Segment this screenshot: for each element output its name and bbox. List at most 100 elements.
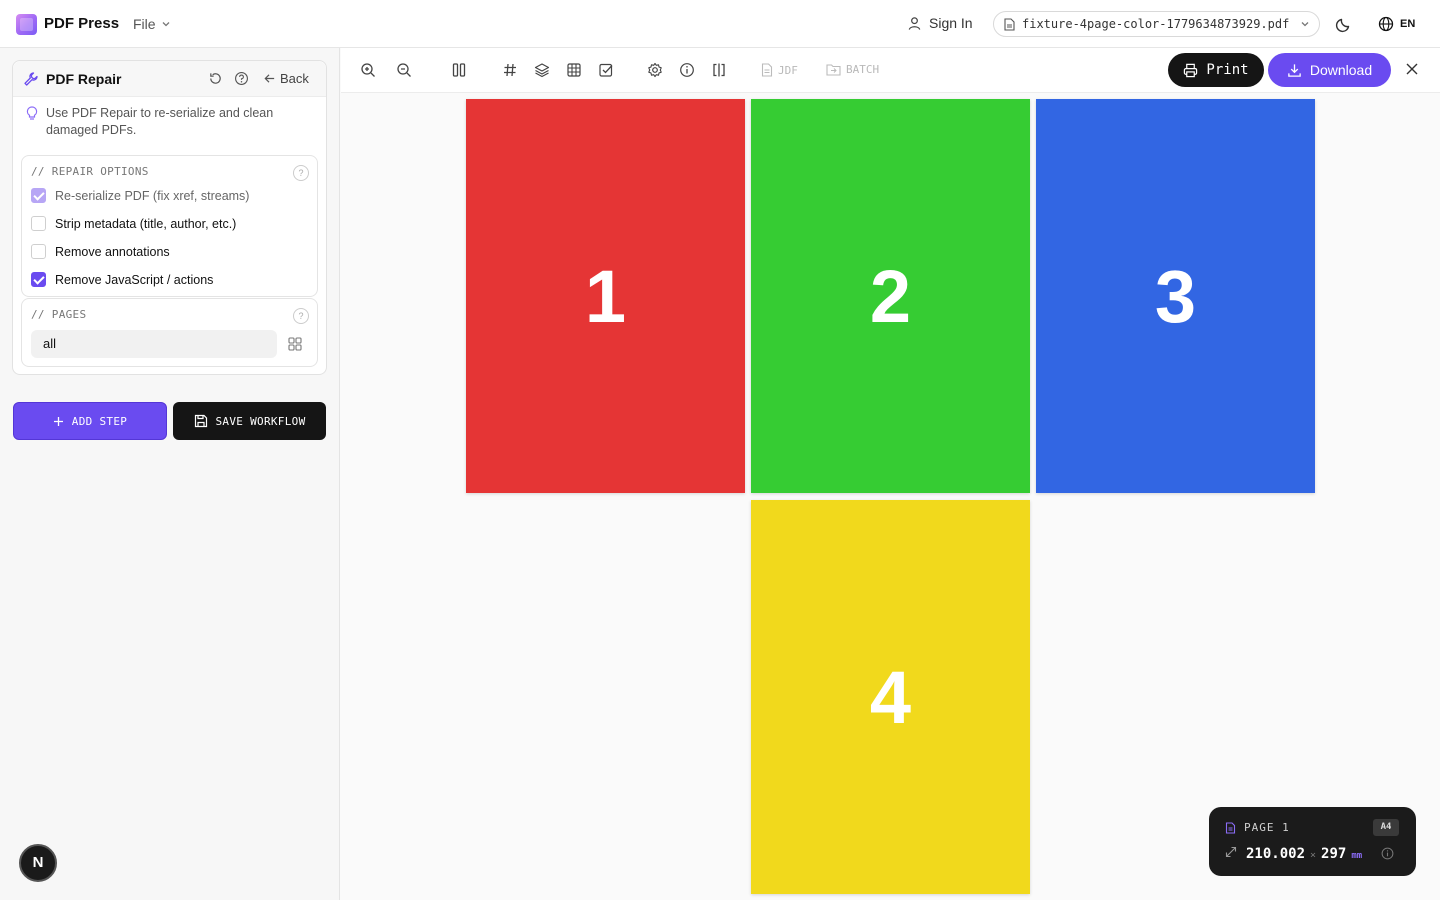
help-icon[interactable]: ? bbox=[293, 165, 309, 181]
document-icon bbox=[761, 63, 773, 77]
checkbox-checked[interactable] bbox=[31, 272, 46, 287]
option-label: Strip metadata (title, author, etc.) bbox=[55, 216, 237, 231]
page-number: 2 bbox=[869, 254, 912, 338]
save-workflow-button[interactable]: SAVE WORKFLOW bbox=[173, 402, 326, 440]
zoom-out-icon[interactable] bbox=[396, 62, 412, 78]
option-remove-javascript[interactable]: Remove JavaScript / actions bbox=[31, 272, 213, 287]
zoom-in-icon[interactable] bbox=[360, 62, 376, 78]
current-page-indicator: PAGE 1 bbox=[1225, 821, 1290, 834]
hint-text: Use PDF Repair to re-serialize and clean… bbox=[46, 106, 274, 137]
page-info-card: PAGE 1 A4 210.002 × 297 mm bbox=[1209, 807, 1416, 876]
sign-in-label: Sign In bbox=[929, 15, 973, 31]
page-thumbnail[interactable]: 3 bbox=[1036, 99, 1315, 493]
add-step-label: ADD STEP bbox=[71, 414, 128, 428]
reset-icon[interactable] bbox=[208, 71, 223, 86]
page-label: PAGE 1 bbox=[1244, 821, 1290, 834]
pages-title: // PAGES bbox=[31, 308, 87, 321]
pages-section: // PAGES ? all bbox=[21, 298, 318, 367]
panel-header: PDF Repair Back bbox=[13, 61, 326, 97]
file-menu[interactable]: File bbox=[133, 16, 171, 32]
checkbox-icon[interactable] bbox=[598, 62, 614, 78]
columns-icon[interactable] bbox=[451, 62, 467, 78]
file-name: fixture-4page-color-1779634873929.pdf bbox=[1022, 17, 1290, 31]
download-icon bbox=[1288, 63, 1301, 77]
folder-icon bbox=[826, 64, 841, 76]
plus-icon bbox=[53, 416, 63, 426]
page-number: 3 bbox=[1154, 254, 1197, 338]
back-button[interactable]: Back bbox=[263, 71, 309, 86]
printer-icon bbox=[1184, 63, 1198, 77]
hash-icon[interactable] bbox=[502, 62, 518, 78]
grid-icon[interactable] bbox=[288, 337, 302, 351]
globe-icon bbox=[1378, 16, 1394, 32]
back-label: Back bbox=[280, 71, 309, 86]
checkbox-checked[interactable] bbox=[31, 188, 46, 203]
page-height: 297 bbox=[1321, 846, 1347, 862]
top-bar: PDF Press File Sign In fixture-4page-col… bbox=[0, 0, 1440, 48]
info-icon[interactable] bbox=[1381, 847, 1394, 860]
save-icon bbox=[194, 414, 207, 428]
option-label: Remove JavaScript / actions bbox=[55, 272, 214, 287]
download-button[interactable]: Download bbox=[1268, 53, 1391, 87]
print-label: Print bbox=[1206, 62, 1249, 78]
wrench-icon bbox=[24, 72, 38, 86]
unit-label: mm bbox=[1351, 851, 1363, 861]
option-label: Re-serialize PDF (fix xref, streams) bbox=[55, 188, 250, 203]
page-thumbnail[interactable]: 4 bbox=[751, 500, 1030, 894]
batch-button[interactable]: BATCH bbox=[826, 63, 879, 76]
close-icon[interactable] bbox=[1405, 62, 1419, 76]
option-strip-metadata[interactable]: Strip metadata (title, author, etc.) bbox=[31, 216, 236, 231]
file-icon bbox=[1004, 17, 1015, 31]
help-icon[interactable]: ? bbox=[293, 308, 309, 324]
repair-options-section: // REPAIR OPTIONS ? Re-serialize PDF (fi… bbox=[21, 155, 318, 297]
viewer-toolbar: JDF BATCH Print Download bbox=[341, 48, 1440, 93]
lightbulb-icon bbox=[26, 106, 38, 120]
help-icon[interactable] bbox=[234, 71, 249, 86]
language-selector[interactable]: EN bbox=[1378, 16, 1415, 32]
add-step-button[interactable]: ADD STEP bbox=[13, 402, 167, 440]
download-label: Download bbox=[1309, 62, 1373, 78]
chevron-down-icon bbox=[1301, 22, 1309, 27]
checkbox[interactable] bbox=[31, 244, 46, 259]
resize-icon bbox=[1225, 846, 1237, 858]
panel-title: PDF Repair bbox=[46, 71, 122, 87]
save-workflow-label: SAVE WORKFLOW bbox=[215, 414, 306, 428]
times-sign: × bbox=[1310, 850, 1317, 861]
table-icon[interactable] bbox=[566, 62, 582, 78]
repair-options-title: // REPAIR OPTIONS bbox=[31, 165, 149, 178]
next-dev-badge[interactable]: N bbox=[19, 844, 57, 882]
paper-size-badge: A4 bbox=[1373, 819, 1399, 836]
page-number: 4 bbox=[869, 655, 912, 739]
page-width: 210.002 bbox=[1246, 846, 1306, 862]
user-icon bbox=[908, 16, 921, 30]
sign-in-button[interactable]: Sign In bbox=[907, 15, 973, 31]
language-label: EN bbox=[1400, 18, 1416, 30]
pdf-press-logo[interactable] bbox=[16, 14, 37, 35]
jdf-label: JDF bbox=[778, 63, 798, 77]
sidebar: PDF Repair Back Use PDF Repair to re-ser… bbox=[0, 48, 340, 900]
batch-label: BATCH bbox=[846, 63, 880, 76]
layers-icon[interactable] bbox=[534, 62, 550, 78]
page-thumbnail[interactable]: 1 bbox=[466, 99, 745, 493]
brand-name[interactable]: PDF Press bbox=[44, 15, 119, 32]
tool-panel: PDF Repair Back Use PDF Repair to re-ser… bbox=[12, 60, 327, 375]
page-dimensions: 210.002 × 297 mm bbox=[1225, 846, 1362, 862]
info-icon[interactable] bbox=[679, 62, 695, 78]
settings-icon[interactable] bbox=[647, 62, 663, 78]
print-button[interactable]: Print bbox=[1168, 53, 1264, 87]
page-thumbnail[interactable]: 2 bbox=[751, 99, 1030, 493]
arrow-left-icon bbox=[264, 74, 275, 83]
option-remove-annotations[interactable]: Remove annotations bbox=[31, 244, 170, 259]
jdf-button[interactable]: JDF bbox=[761, 63, 798, 77]
chevron-down-icon bbox=[162, 22, 170, 27]
tool-hint: Use PDF Repair to re-serialize and clean… bbox=[26, 105, 306, 139]
pages-input[interactable]: all bbox=[31, 330, 277, 358]
checkbox[interactable] bbox=[31, 216, 46, 231]
file-menu-label: File bbox=[133, 16, 156, 32]
option-reserialize[interactable]: Re-serialize PDF (fix xref, streams) bbox=[31, 188, 249, 203]
document-icon bbox=[1225, 821, 1236, 834]
moon-icon[interactable] bbox=[1335, 15, 1353, 33]
file-selector[interactable]: fixture-4page-color-1779634873929.pdf bbox=[993, 11, 1320, 37]
split-view-icon[interactable] bbox=[711, 62, 727, 78]
page-number: 1 bbox=[584, 254, 627, 338]
